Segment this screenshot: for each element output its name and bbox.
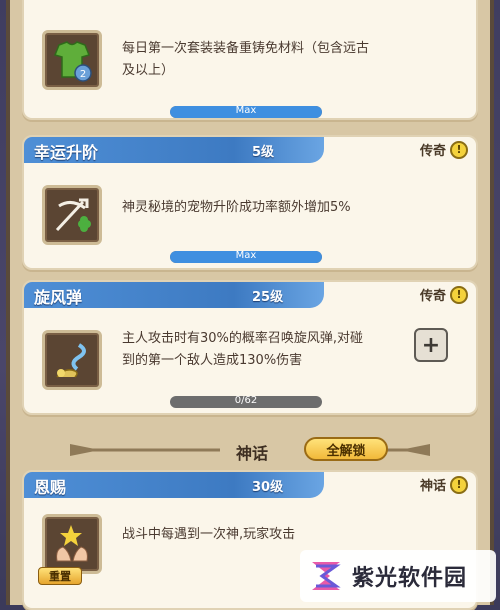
description-line: 每日第一次套装装备重铸免材料（包含远古 (122, 41, 370, 56)
rarity-label: 神话 (419, 479, 446, 494)
skill-title: 幸运升阶 (34, 143, 99, 162)
skill-title: 旋风弹 (34, 288, 83, 307)
skill-icon-box: 2 (42, 30, 102, 90)
skill-card-2: 幸运升阶 5级 传奇 ! 神灵秘境的宠物升阶成功率额外增加5% Max (22, 135, 478, 270)
blessing-hands-icon (56, 525, 88, 562)
progress-label: Max (235, 106, 257, 116)
rarity-badge: 神话 ! (420, 475, 468, 494)
skill-title: 恩赐 (34, 478, 67, 497)
skill-level: 5级 (252, 145, 275, 160)
unlock-all-button[interactable]: 全解锁 (304, 437, 388, 461)
card-header: 旋风弹 25级 (24, 282, 324, 308)
skill-description: 神灵秘境的宠物升阶成功率额外增加5% (122, 197, 442, 219)
skill-icon-box (42, 185, 102, 245)
svg-text:2: 2 (80, 69, 86, 80)
armor-set-icon: 2 (53, 41, 92, 82)
skill-card-3: 旋风弹 25级 传奇 ! 主人攻击时有30%的概率召唤旋风弹,对碰 到的第一个敌… (22, 280, 478, 415)
section-title: 神话 (236, 444, 269, 463)
watermark-text: 紫光软件园 (352, 566, 468, 591)
description-line: 神灵秘境的宠物升阶成功率额外增加5% (122, 200, 351, 215)
skill-level: 25级 (252, 290, 284, 305)
watermark-logo-icon (312, 562, 341, 590)
whirlwind-icon (56, 343, 86, 378)
skill-level: 30级 (252, 480, 284, 495)
rarity-badge: 传奇 ! (420, 285, 468, 304)
skill-description: 主人攻击时有30%的概率召唤旋风弹,对碰 到的第一个敌人造成130%伤害 (122, 328, 422, 372)
watermark: 紫光软件园 (300, 550, 496, 602)
description-line: 主人攻击时有30%的概率召唤旋风弹,对碰 (122, 331, 364, 346)
card-header: 幸运升阶 5级 (24, 137, 324, 163)
skill-icon-box (42, 514, 102, 574)
reset-button[interactable]: 重置 (38, 567, 82, 585)
upgrade-button[interactable]: + (414, 328, 448, 362)
skill-description: 每日第一次套装装备重铸免材料（包含远古 及以上） (122, 38, 442, 82)
progress-bar: 0/62 (170, 396, 322, 408)
progress-label: Max (235, 251, 257, 261)
progress-bar: Max (170, 251, 322, 263)
info-icon[interactable]: ! (450, 140, 468, 159)
skill-card-1: 2 每日第一次套装装备重铸免材料（包含远古 及以上） Max (22, 0, 478, 120)
rarity-label: 传奇 (419, 144, 446, 159)
rarity-label: 传奇 (419, 289, 446, 304)
info-icon[interactable]: ! (450, 285, 468, 304)
card-header: 恩赐 30级 (24, 472, 324, 498)
skill-icon-box (42, 330, 102, 390)
info-icon[interactable]: ! (450, 475, 468, 494)
progress-bar: Max (170, 106, 322, 118)
description-line: 到的第一个敌人造成130%伤害 (122, 353, 303, 368)
description-line: 战斗中每遇到一次神,玩家攻击 (122, 527, 296, 542)
rarity-badge: 传奇 ! (420, 140, 468, 159)
skill-description: 战斗中每遇到一次神,玩家攻击 (122, 524, 362, 546)
description-line: 及以上） (122, 63, 175, 78)
progress-label: 0/62 (234, 396, 258, 406)
bow-clover-icon (55, 198, 91, 232)
